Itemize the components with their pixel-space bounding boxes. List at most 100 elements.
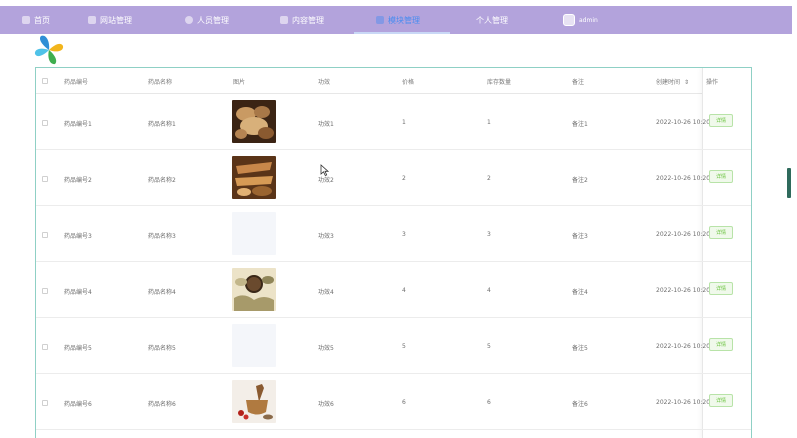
detail-button[interactable]: 详情 <box>709 394 733 407</box>
person-icon <box>185 16 193 24</box>
detail-button[interactable]: 详情 <box>709 282 733 295</box>
cell-name: 药品名称2 <box>148 177 176 184</box>
table-row: 药品编号5 药品名称5 功效5 5 5 备注5 2022-10-26 10:20 <box>36 318 751 374</box>
table-row: 药品编号3 药品名称3 功效3 3 3 备注3 2022-10-26 10:20 <box>36 206 751 262</box>
header-name[interactable]: 药品名称 <box>148 77 172 86</box>
cell-code: 药品编号3 <box>64 233 92 240</box>
top-navigation-bar: 首页 网站管理 人员管理 内容管理 模块管理 个人管理 admin <box>0 6 792 34</box>
nav-home[interactable]: 首页 <box>22 6 50 34</box>
cell-created: 2022-10-26 10:20 <box>656 175 711 182</box>
nav-home-label: 首页 <box>34 15 50 25</box>
medicine-table: 药品编号 药品名称 图片 功效 价格 库存数量 备注 创建时间 ⇕ 操作 药品编… <box>35 67 752 438</box>
cell-price: 4 <box>402 287 406 294</box>
cell-stock: 5 <box>487 343 491 350</box>
detail-button[interactable]: 详情 <box>709 170 733 183</box>
row-checkbox[interactable] <box>42 400 48 406</box>
header-code[interactable]: 药品编号 <box>64 77 88 86</box>
nav-personal-management[interactable]: 个人管理 <box>476 6 508 34</box>
nav-website-label: 网站管理 <box>100 15 132 25</box>
cell-price: 3 <box>402 231 406 238</box>
cell-name: 药品名称5 <box>148 345 176 352</box>
nav-staff-label: 人员管理 <box>197 15 229 25</box>
header-effect[interactable]: 功效 <box>318 77 330 86</box>
cell-note: 备注5 <box>572 345 588 352</box>
cell-name: 药品名称3 <box>148 233 176 240</box>
cell-note: 备注4 <box>572 289 588 296</box>
cell-code: 药品编号2 <box>64 177 92 184</box>
detail-button[interactable]: 详情 <box>709 114 733 127</box>
header-created[interactable]: 创建时间 ⇕ <box>656 77 689 86</box>
cell-note: 备注6 <box>572 401 588 408</box>
detail-button[interactable]: 详情 <box>709 338 733 351</box>
cell-code: 药品编号5 <box>64 345 92 352</box>
nav-staff-management[interactable]: 人员管理 <box>185 6 229 34</box>
medicine-thumbnail[interactable] <box>232 156 276 199</box>
cell-code: 药品编号6 <box>64 401 92 408</box>
medicine-thumbnail[interactable] <box>232 212 276 255</box>
cell-note: 备注2 <box>572 177 588 184</box>
cell-effect: 功效5 <box>318 345 334 352</box>
cell-created: 2022-10-26 10:20 <box>656 399 711 406</box>
pinwheel-logo <box>34 35 64 65</box>
nav-content-label: 内容管理 <box>292 15 324 25</box>
table-row: 药品编号1 药品名称1 功效1 1 1 备注1 2022-10-26 10:20 <box>36 94 751 150</box>
cell-name: 药品名称4 <box>148 289 176 296</box>
row-checkbox[interactable] <box>42 120 48 126</box>
grid-icon <box>88 16 96 24</box>
home-icon <box>22 16 30 24</box>
cell-code: 药品编号1 <box>64 121 92 128</box>
nav-personal-label: 个人管理 <box>476 15 508 25</box>
row-checkbox[interactable] <box>42 176 48 182</box>
select-all-checkbox[interactable] <box>42 78 48 84</box>
nav-website-management[interactable]: 网站管理 <box>88 6 132 34</box>
cell-code: 药品编号4 <box>64 289 92 296</box>
active-nav-indicator <box>354 32 450 34</box>
header-stock[interactable]: 库存数量 <box>487 77 511 86</box>
medicine-thumbnail[interactable] <box>232 380 276 423</box>
row-checkbox[interactable] <box>42 232 48 238</box>
header-action: 操作 <box>706 79 719 86</box>
medicine-thumbnail[interactable] <box>232 268 276 311</box>
header-note[interactable]: 备注 <box>572 77 584 86</box>
user-name: admin <box>579 16 598 24</box>
cell-price: 2 <box>402 175 406 182</box>
user-menu[interactable]: admin <box>563 6 598 34</box>
scrollbar-thumb[interactable] <box>787 168 791 198</box>
cell-price: 5 <box>402 343 406 350</box>
cell-created: 2022-10-26 10:20 <box>656 231 711 238</box>
cell-created: 2022-10-26 10:20 <box>656 287 711 294</box>
sort-icon[interactable]: ⇕ <box>684 79 689 86</box>
cell-stock: 4 <box>487 287 491 294</box>
cell-effect: 功效6 <box>318 401 334 408</box>
header-price[interactable]: 价格 <box>402 77 414 86</box>
avatar <box>563 14 575 26</box>
nav-module-management[interactable]: 模块管理 <box>376 6 420 34</box>
medicine-thumbnail[interactable] <box>232 324 276 367</box>
cell-stock: 2 <box>487 175 491 182</box>
cell-stock: 3 <box>487 231 491 238</box>
nav-content-management[interactable]: 内容管理 <box>280 6 324 34</box>
cell-price: 6 <box>402 399 406 406</box>
cell-price: 1 <box>402 119 406 126</box>
table-row: 药品编号4 药品名称4 功效4 4 4 备注4 2022-10-26 10:20 <box>36 262 751 318</box>
mouse-cursor-icon <box>320 164 329 177</box>
table-header: 药品编号 药品名称 图片 功效 价格 库存数量 备注 创建时间 ⇕ <box>36 68 751 94</box>
row-checkbox[interactable] <box>42 288 48 294</box>
detail-button[interactable]: 详情 <box>709 226 733 239</box>
cell-stock: 1 <box>487 119 491 126</box>
nav-module-label: 模块管理 <box>388 15 420 25</box>
module-icon <box>376 16 384 24</box>
cell-note: 备注1 <box>572 121 588 128</box>
table-row: 药品编号2 药品名称2 功效2 2 2 备注2 2022-10-26 10:20 <box>36 150 751 206</box>
cell-name: 药品名称6 <box>148 401 176 408</box>
header-created-label: 创建时间 <box>656 79 681 86</box>
cell-effect: 功效4 <box>318 289 334 296</box>
row-checkbox[interactable] <box>42 344 48 350</box>
header-image: 图片 <box>233 79 246 86</box>
app-window: 首页 网站管理 人员管理 内容管理 模块管理 个人管理 admin 药品编号 药… <box>0 0 797 438</box>
medicine-thumbnail[interactable] <box>232 100 276 143</box>
cell-stock: 6 <box>487 399 491 406</box>
cell-effect: 功效3 <box>318 233 334 240</box>
table-row: 药品编号6 药品名称6 功效6 6 6 备注6 2022-10-26 10:20 <box>36 374 751 430</box>
cell-name: 药品名称1 <box>148 121 176 128</box>
